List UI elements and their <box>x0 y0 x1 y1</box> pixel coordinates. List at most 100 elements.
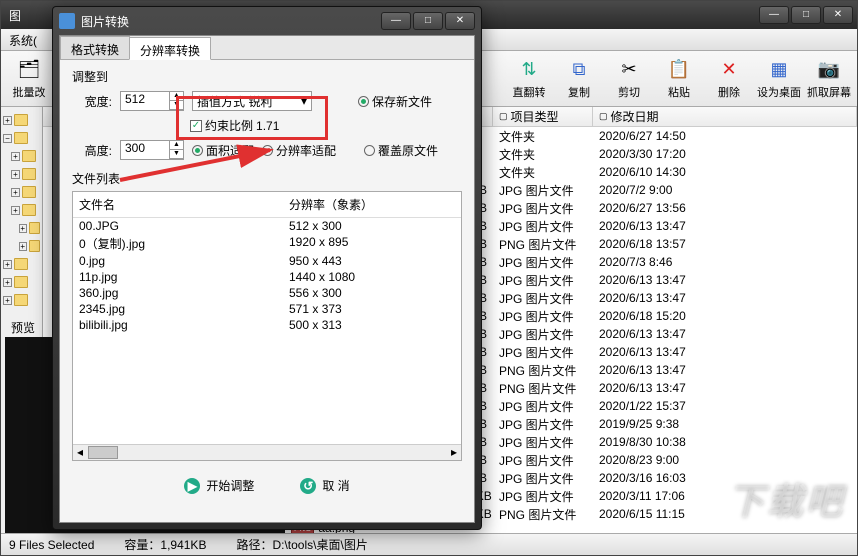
spinner-icon[interactable]: ▲▼ <box>169 141 183 159</box>
flip-button[interactable]: ⇅直翻转 <box>505 55 553 103</box>
list-item[interactable]: 360.jpg556 x 300 <box>73 285 461 301</box>
folder-icon <box>14 114 28 126</box>
interp-combo[interactable]: 插值方式 锐利▾ <box>192 91 312 111</box>
tree-expand-icon[interactable]: + <box>19 242 27 251</box>
check-icon: ✓ <box>190 120 202 132</box>
dialog-minimize-button[interactable]: — <box>381 12 411 30</box>
capture-button[interactable]: 📷抓取屏幕 <box>805 55 853 103</box>
filelist-header: 文件名 分辨率（象素） <box>73 192 461 218</box>
col-resolution[interactable]: 分辨率（象素） <box>283 192 379 217</box>
flip-icon: ⇅ <box>517 58 541 82</box>
folder-icon <box>22 168 36 180</box>
col-type[interactable]: ▢项目类型 <box>493 107 593 126</box>
folder-icon <box>14 132 28 144</box>
scroll-thumb[interactable] <box>88 446 118 459</box>
tree-expand-icon[interactable]: + <box>3 116 12 125</box>
tree-expand-icon[interactable]: + <box>19 224 27 233</box>
copy-icon: ⧉ <box>567 58 591 82</box>
folder-icon <box>14 294 28 306</box>
radio-icon <box>364 145 375 156</box>
width-input[interactable]: 512▲▼ <box>120 91 184 111</box>
res-fit-radio[interactable]: 分辨率适配 <box>262 142 336 159</box>
preview-label: 预览 <box>11 319 35 336</box>
col-date[interactable]: ▢修改日期 <box>593 107 857 126</box>
batch-button[interactable]: 🗂批量改 <box>5 55 53 103</box>
constrain-checkbox[interactable]: ✓约束比例 1.71 <box>190 117 279 134</box>
dialog-icon <box>59 13 75 29</box>
height-input[interactable]: 300▲▼ <box>120 140 184 160</box>
width-label: 宽度: <box>72 93 112 110</box>
status-capacity: 容量：1,941KB <box>124 536 206 553</box>
area-fit-radio[interactable]: 面积适配 <box>192 142 254 159</box>
save-new-radio[interactable]: 保存新文件 <box>358 93 432 110</box>
adjust-title: 调整到 <box>72 68 462 85</box>
filelist-section: 文件列表 文件名 分辨率（象素） 00.JPG512 x 3000（复制).jp… <box>72 170 462 461</box>
wallpaper-icon: ▦ <box>767 58 791 82</box>
convert-dialog: 图片转换 — □ ✕ 格式转换 分辨率转换 调整到 宽度: 512▲▼ 插值方式… <box>52 6 482 530</box>
delete-icon: ✕ <box>717 58 741 82</box>
capture-icon: 📷 <box>817 58 841 82</box>
status-selected: 9 Files Selected <box>9 538 94 552</box>
delete-button[interactable]: ✕删除 <box>705 55 753 103</box>
close-button[interactable]: ✕ <box>823 6 853 24</box>
radio-icon <box>358 96 369 107</box>
status-path: 路径：D:\tools\桌面\图片 <box>236 536 367 553</box>
tree-expand-icon[interactable]: + <box>3 278 12 287</box>
overwrite-radio[interactable]: 覆盖原文件 <box>364 142 438 159</box>
spinner-icon[interactable]: ▲▼ <box>169 92 183 110</box>
folder-icon <box>29 240 40 252</box>
watermark: 下载吧 <box>728 473 845 525</box>
sort-icon: ▢ <box>499 111 508 122</box>
dialog-maximize-button[interactable]: □ <box>413 12 443 30</box>
dialog-buttons: ▶开始调整 ↺取 消 <box>60 461 474 510</box>
list-item[interactable]: 0.jpg950 x 443 <box>73 253 461 269</box>
tree-expand-icon[interactable]: + <box>11 188 20 197</box>
folder-icon <box>22 150 36 162</box>
tree-expand-icon[interactable]: + <box>3 260 12 269</box>
tab-format[interactable]: 格式转换 <box>60 36 130 59</box>
list-item[interactable]: bilibili.jpg500 x 313 <box>73 317 461 333</box>
tab-resolution[interactable]: 分辨率转换 <box>129 37 211 60</box>
paste-button[interactable]: 📋粘贴 <box>655 55 703 103</box>
folder-icon <box>14 276 28 288</box>
tree-expand-icon[interactable]: − <box>3 134 12 143</box>
list-item[interactable]: 2345.jpg571 x 373 <box>73 301 461 317</box>
list-item[interactable]: 0（复制).jpg1920 x 895 <box>73 234 461 253</box>
folder-icon <box>22 186 36 198</box>
copy-button[interactable]: ⧉复制 <box>555 55 603 103</box>
horizontal-scrollbar[interactable]: ◂▸ <box>73 444 461 460</box>
maximize-button[interactable]: □ <box>791 6 821 24</box>
window-controls: — □ ✕ <box>759 6 853 24</box>
radio-icon <box>262 145 273 156</box>
dialog-titlebar[interactable]: 图片转换 — □ ✕ <box>53 7 481 35</box>
list-item[interactable]: 11p.jpg1440 x 1080 <box>73 269 461 285</box>
radio-icon <box>192 145 203 156</box>
tree-expand-icon[interactable]: + <box>11 170 20 179</box>
dialog-close-button[interactable]: ✕ <box>445 12 475 30</box>
folder-icon <box>14 258 28 270</box>
chevron-down-icon: ▾ <box>301 94 307 108</box>
list-item[interactable]: 00.JPG512 x 300 <box>73 218 461 234</box>
tabs: 格式转换 分辨率转换 <box>60 36 474 60</box>
statusbar: 9 Files Selected 容量：1,941KB 路径：D:\tools\… <box>1 533 857 555</box>
tree-expand-icon[interactable]: + <box>11 206 20 215</box>
batch-icon: 🗂 <box>17 58 41 82</box>
minimize-button[interactable]: — <box>759 6 789 24</box>
scissors-icon: ✂ <box>617 58 641 82</box>
filelist-rows[interactable]: 00.JPG512 x 3000（复制).jpg1920 x 8950.jpg9… <box>73 218 461 333</box>
filelist-title: 文件列表 <box>72 170 462 187</box>
tree-expand-icon[interactable]: + <box>11 152 20 161</box>
col-filename[interactable]: 文件名 <box>73 192 283 217</box>
dialog-title: 图片转换 <box>81 13 129 30</box>
folder-icon <box>22 204 36 216</box>
height-label: 高度: <box>72 142 112 159</box>
cancel-button[interactable]: ↺取 消 <box>292 473 357 498</box>
wallpaper-button[interactable]: ▦设为桌面 <box>755 55 803 103</box>
sort-icon: ▢ <box>599 111 608 122</box>
cancel-icon: ↺ <box>300 478 316 494</box>
start-button[interactable]: ▶开始调整 <box>176 473 262 498</box>
adjust-section: 调整到 宽度: 512▲▼ 插值方式 锐利▾ 保存新文件 ✓约束比例 1.71 … <box>60 60 474 170</box>
play-icon: ▶ <box>184 478 200 494</box>
tree-expand-icon[interactable]: + <box>3 296 12 305</box>
cut-button[interactable]: ✂剪切 <box>605 55 653 103</box>
